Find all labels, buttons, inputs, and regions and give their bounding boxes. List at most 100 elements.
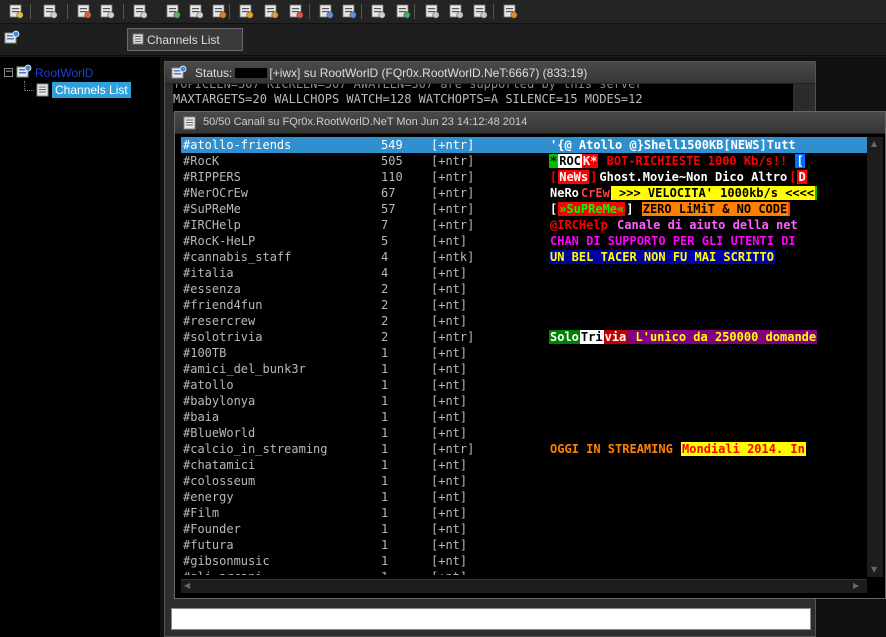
table-row[interactable]: #gli_arcani 1 [+nt] bbox=[181, 569, 867, 575]
table-row[interactable]: #energy 1 [+nt] bbox=[181, 489, 867, 505]
status-window-titlebar[interactable]: Status: [+iwx] su RootWorlD (FQr0x.RootWo… bbox=[165, 62, 815, 84]
channel-modes: [+ntr] bbox=[431, 442, 475, 456]
table-row[interactable]: #colosseum 1 [+nt] bbox=[181, 473, 867, 489]
table-row[interactable]: #futura 1 [+nt] bbox=[181, 537, 867, 553]
channel-name: #Film bbox=[183, 506, 220, 520]
table-row[interactable]: #essenza 2 [+nt] bbox=[181, 281, 867, 297]
channels-vertical-scrollbar[interactable]: ▲ ▼ bbox=[867, 137, 883, 577]
table-row[interactable]: #solotrivia 2 [+ntr] Solo Tri via L'unico da … bbox=[181, 329, 867, 345]
channel-name: #essenza bbox=[183, 282, 241, 296]
toolbar-separator bbox=[361, 4, 362, 19]
topic-segment: OGGI IN STREAMING bbox=[550, 442, 681, 456]
help-icon[interactable] bbox=[502, 3, 518, 19]
channel-name: #gibsonmusic bbox=[183, 554, 270, 568]
channel-user-count: 1 bbox=[381, 522, 389, 536]
channel-name: #100TB bbox=[183, 346, 227, 360]
channel-user-count: 67 bbox=[381, 186, 396, 200]
topic-segment: ROC bbox=[558, 154, 582, 168]
channel-user-count: 2 bbox=[381, 330, 389, 344]
scroll-left-arrow-icon[interactable]: ◀ bbox=[184, 581, 190, 590]
table-row[interactable]: #RocK-HeLP 5 [+nt] CHAN DI SUPPORTO PER GL… bbox=[181, 233, 867, 249]
channel-topic: UN BEL TACER NON FU MAI SCRITTO bbox=[549, 249, 775, 265]
channels-horizontal-scrollbar[interactable]: ◀ ▶ bbox=[181, 579, 867, 593]
channel-name: #atollo-friends bbox=[183, 138, 292, 152]
url-catcher-icon[interactable] bbox=[318, 3, 334, 19]
tree-item-channels-list[interactable]: Channels List bbox=[52, 82, 131, 98]
table-row[interactable]: #atollo-friends 549 [+ntr] '{@ Atollo @}She… bbox=[181, 137, 867, 153]
channel-name: #BlueWorld bbox=[183, 426, 256, 440]
channel-modes: [+nt] bbox=[431, 282, 468, 296]
tree-collapse-toggle[interactable]: − bbox=[4, 68, 13, 77]
table-row[interactable]: #amici_del_bunk3r 1 [+nt] bbox=[181, 361, 867, 377]
channel-topic: @IRCHelp Canale di aiuto della net bbox=[549, 217, 799, 233]
channel-user-count: 1 bbox=[381, 569, 388, 575]
table-row[interactable]: #atollo 1 [+nt] bbox=[181, 377, 867, 393]
channel-modes: [+ntr] bbox=[431, 330, 475, 344]
channel-name: #RIPPERS bbox=[183, 170, 241, 184]
channels-list-icon[interactable] bbox=[132, 3, 148, 19]
connect-icon[interactable] bbox=[8, 3, 24, 19]
table-row[interactable]: #friend4fun 2 [+nt] bbox=[181, 297, 867, 313]
table-row[interactable]: #calcio_in_streaming 1 [+ntr] OGGI IN STREA… bbox=[181, 441, 867, 457]
cascade-icon[interactable] bbox=[448, 3, 464, 19]
table-row[interactable]: #RocK 505 [+ntr] * ROC K* BOT-RICHIESTE 1000 … bbox=[181, 153, 867, 169]
channels-list-icon bbox=[132, 33, 144, 45]
table-row[interactable]: #BlueWorld 1 [+nt] bbox=[181, 425, 867, 441]
status-window-icon[interactable] bbox=[4, 30, 20, 46]
colors-icon[interactable] bbox=[211, 3, 227, 19]
table-row[interactable]: #cannabis_staff 4 [+ntk] UN BEL TACER NON F… bbox=[181, 249, 867, 265]
notify-icon[interactable] bbox=[288, 3, 304, 19]
tree-item-server[interactable]: RootWorlD bbox=[35, 66, 93, 80]
channel-name: #futura bbox=[183, 538, 234, 552]
status-scrollbar[interactable] bbox=[795, 88, 809, 110]
status-command-input[interactable] bbox=[171, 608, 811, 630]
table-row[interactable]: #100TB 1 [+nt] bbox=[181, 345, 867, 361]
scroll-down-arrow-icon[interactable]: ▼ bbox=[871, 565, 877, 574]
topic-segment: Tri bbox=[579, 330, 604, 344]
table-row[interactable]: #NerOCrEw 67 [+ntr] NeRo CrEw >>> VELOCITA' … bbox=[181, 185, 867, 201]
dcc-chat-icon[interactable] bbox=[263, 3, 279, 19]
channel-user-count: 1 bbox=[381, 362, 389, 376]
topic-segment: * bbox=[549, 154, 559, 168]
table-row[interactable]: #baia 1 [+nt] bbox=[181, 409, 867, 425]
channel-name: #baia bbox=[183, 410, 220, 424]
table-row[interactable]: #RIPPERS 110 [+ntr] [NeWs] Ghost.Movie~Non D… bbox=[181, 169, 867, 185]
channel-modes: [+nt] bbox=[431, 569, 467, 575]
highlight-icon[interactable] bbox=[341, 3, 357, 19]
channel-name: #resercrew bbox=[183, 314, 256, 328]
arrange-icon[interactable] bbox=[472, 3, 488, 19]
logs-icon[interactable] bbox=[395, 3, 411, 19]
channel-modes: [+nt] bbox=[431, 538, 468, 552]
channels-list[interactable]: #atollo-friends 549 [+ntr] '{@ Atollo @}She… bbox=[181, 137, 867, 575]
switchbar-tab-channels-list[interactable]: Channels List bbox=[127, 28, 243, 51]
channels-list-window[interactable]: 50/50 Canali su FQr0x.RootWorlD.NeT Mon … bbox=[174, 111, 886, 599]
table-row[interactable]: #babylonya 1 [+nt] bbox=[181, 393, 867, 409]
scroll-right-arrow-icon[interactable]: ▶ bbox=[853, 581, 859, 590]
table-row[interactable]: #chatamici 1 [+nt] bbox=[181, 457, 867, 473]
toolbar-separator bbox=[493, 4, 494, 19]
table-row[interactable]: #Film 1 [+nt] bbox=[181, 505, 867, 521]
table-row[interactable]: #IRCHelp 7 [+ntr] @IRCHelp Canale di aiuto… bbox=[181, 217, 867, 233]
channel-modes: [+nt] bbox=[431, 506, 468, 520]
scripts-editor-icon[interactable] bbox=[165, 3, 181, 19]
received-files-icon[interactable] bbox=[370, 3, 386, 19]
options-icon[interactable] bbox=[42, 3, 58, 19]
server-status-icon bbox=[16, 64, 32, 78]
channel-topic: CHAN DI SUPPORTO PER GLI UTENTI DI bbox=[549, 233, 797, 249]
status-output: TOPICLEN=307 KICKLEN=307 AWAYLEN=307 are… bbox=[173, 84, 793, 112]
table-row[interactable]: #italia 4 [+nt] bbox=[181, 265, 867, 281]
channel-user-count: 7 bbox=[381, 218, 389, 232]
channels-window-titlebar[interactable]: 50/50 Canali su FQr0x.RootWorlD.NeT Mon … bbox=[175, 112, 885, 134]
favorites-icon[interactable] bbox=[76, 3, 92, 19]
table-row[interactable]: #gibsonmusic 1 [+nt] bbox=[181, 553, 867, 569]
table-row[interactable]: #SuPReMe 57 [+ntr] [»SuPReMe«] ZERO LiMiT &… bbox=[181, 201, 867, 217]
table-row[interactable]: #resercrew 2 [+nt] bbox=[181, 313, 867, 329]
scroll-up-arrow-icon[interactable]: ▲ bbox=[871, 139, 877, 148]
table-row[interactable]: #Founder 1 [+nt] bbox=[181, 521, 867, 537]
tile-icon[interactable] bbox=[424, 3, 440, 19]
address-book-icon[interactable] bbox=[99, 3, 115, 19]
channel-name: #colosseum bbox=[183, 474, 256, 488]
channel-name: #chatamici bbox=[183, 458, 256, 472]
timer-icon[interactable] bbox=[188, 3, 204, 19]
dcc-send-icon[interactable] bbox=[238, 3, 254, 19]
